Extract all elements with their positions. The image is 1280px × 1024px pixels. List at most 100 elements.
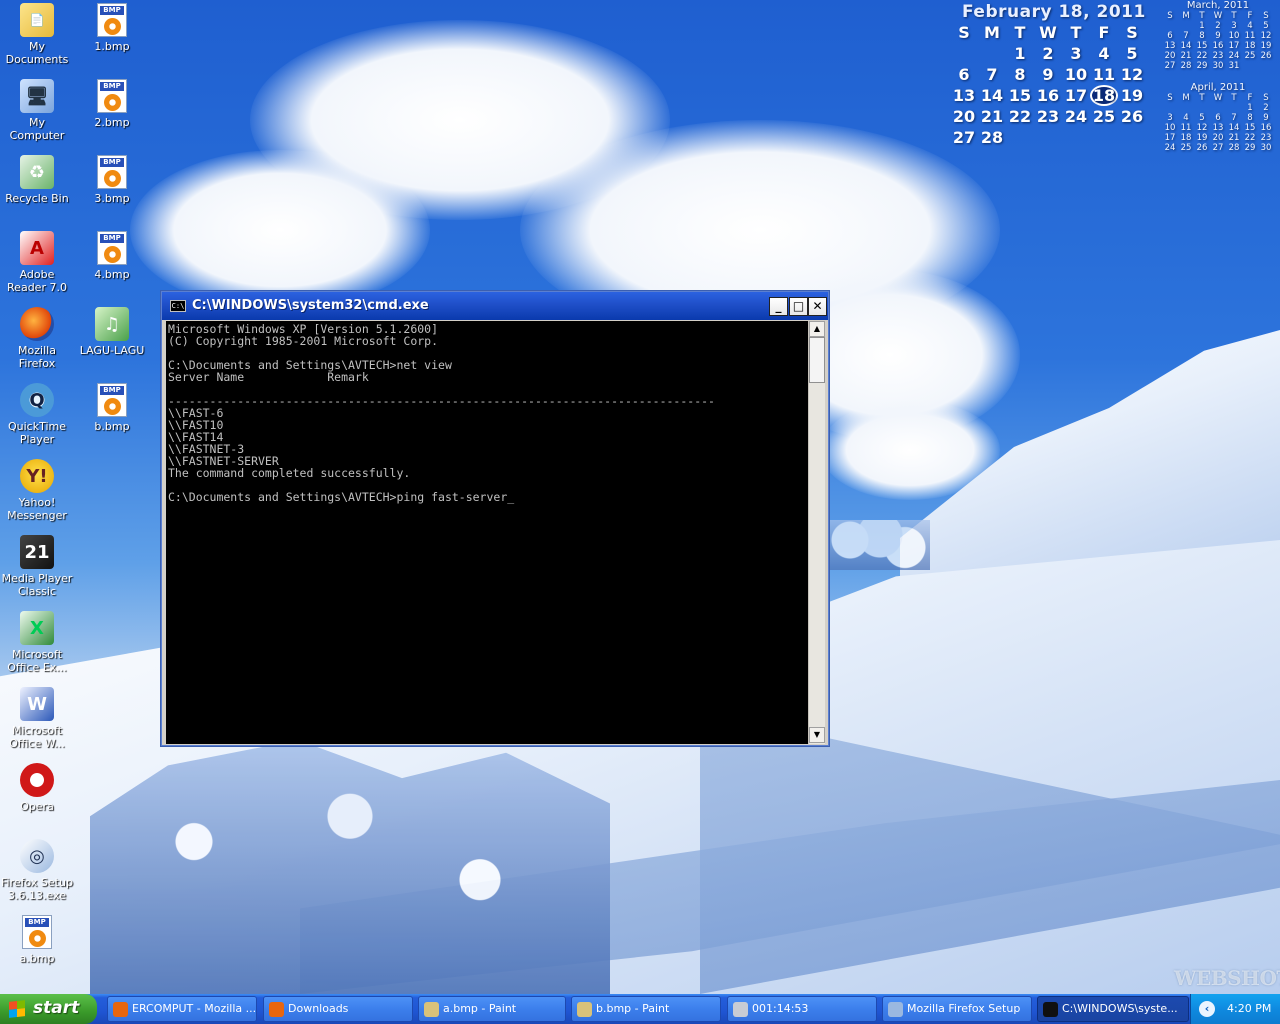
firefox-icon: [269, 1002, 284, 1017]
mini-day: 8: [1247, 113, 1253, 123]
desktop-icon-firefox-setup[interactable]: ◎ Firefox Setup 3.6.13.exe: [0, 839, 74, 902]
adobe-reader-icon: A: [20, 231, 54, 265]
taskbar-button[interactable]: 001:14:53: [727, 996, 877, 1022]
calendar-day-today: 18: [1090, 85, 1118, 106]
desktop-icon-microsoft-excel[interactable]: X Microsoft Office Ex...: [0, 611, 74, 674]
recycle-bin-icon: ♻: [20, 155, 54, 189]
desktop-icon-b-bmp[interactable]: BMP b.bmp: [75, 383, 149, 433]
mini-day: 27: [1164, 61, 1176, 71]
calendar-day: 7: [986, 65, 998, 84]
lagu-lagu-icon: ♫: [95, 307, 129, 341]
desktop-icon-adobe-reader[interactable]: A Adobe Reader 7.0: [0, 231, 74, 294]
mini-weekday: W: [1213, 11, 1223, 21]
scroll-down-button[interactable]: ▼: [809, 727, 825, 743]
wallpaper-watermark: WEBSHOTS: [1174, 966, 1280, 990]
taskbar-button-label: b.bmp - Paint: [596, 1002, 670, 1015]
desktop-icon-my-documents[interactable]: 📄 My Documents: [0, 3, 74, 66]
desktop-icon-2-bmp[interactable]: BMP 2.bmp: [75, 79, 149, 129]
mini-day: 9: [1215, 31, 1221, 41]
mini-weekday: S: [1263, 93, 1269, 103]
desktop-icon-mozilla-firefox[interactable]: Mozilla Firefox: [0, 307, 74, 370]
scroll-thumb[interactable]: [809, 337, 825, 383]
calendar-day: 27: [952, 128, 976, 147]
close-button[interactable]: ✕: [808, 297, 827, 316]
mini-day: 24: [1164, 143, 1176, 153]
desktop-icon-label: LAGU-LAGU: [79, 344, 145, 357]
mini-weekday: F: [1247, 93, 1253, 103]
mini-day: 2: [1215, 21, 1221, 31]
mini-day: 26: [1260, 51, 1272, 61]
cmd-output-line: (C) Copyright 1985-2001 Microsoft Corp.: [168, 334, 439, 348]
mini-day: 25: [1244, 51, 1256, 61]
mini-day: 10: [1228, 31, 1240, 41]
mini-day: 23: [1212, 51, 1224, 61]
desktop-icon-label: 1.bmp: [94, 40, 130, 53]
taskbar-button-label: 001:14:53: [752, 1002, 809, 1015]
desktop-icon-microsoft-word[interactable]: W Microsoft Office W...: [0, 687, 74, 750]
taskbar-button-label: Downloads: [288, 1002, 349, 1015]
taskbar-button[interactable]: ERCOMPUT - Mozilla ...: [107, 996, 257, 1022]
calendar-day: 8: [1014, 65, 1026, 84]
wallpaper-cloud: [130, 150, 430, 310]
mini-day: 6: [1215, 113, 1221, 123]
mini-day: 24: [1228, 51, 1240, 61]
minimize-button[interactable]: _: [769, 297, 788, 316]
mini-day: 5: [1199, 113, 1205, 123]
show-hidden-icons-button[interactable]: ‹: [1199, 1001, 1215, 1017]
mini-weekday: F: [1247, 11, 1253, 21]
mini-month-grid: S M T W T F S 1 2 3 4 5 6 7 8 9 10 11 12 13 14 15 16 17 18 19 20 21…: [1162, 93, 1274, 153]
desktop-icon-media-player-classic[interactable]: 21 Media Player Classic: [0, 535, 74, 598]
calendar-day: [978, 43, 1006, 64]
calendar-day: 15: [1008, 86, 1032, 105]
desktop-icon-recycle-bin[interactable]: ♻ Recycle Bin: [0, 155, 74, 205]
desktop-icon-label: Recycle Bin: [5, 192, 69, 205]
mini-day: 2: [1263, 103, 1269, 113]
clock[interactable]: 4:20 PM: [1227, 1002, 1271, 1015]
calendar-day: 23: [1036, 107, 1060, 126]
mini-day: 13: [1164, 41, 1176, 51]
desktop-icon-lagu-lagu[interactable]: ♫ LAGU-LAGU: [75, 307, 149, 357]
mini-day: 1: [1247, 103, 1253, 113]
calendar-day: [950, 43, 978, 64]
desktop-icon-4-bmp[interactable]: BMP 4.bmp: [75, 231, 149, 281]
bmp-file-icon: BMP: [97, 3, 127, 37]
bmp-file-icon: BMP: [97, 155, 127, 189]
mini-day: 30: [1212, 61, 1224, 71]
taskbar: start ERCOMPUT - Mozilla ... Downloads a.b…: [0, 994, 1280, 1024]
cmd-scrollbar[interactable]: ▲ ▼: [808, 321, 825, 744]
bmp-file-icon: BMP: [97, 79, 127, 113]
desktop-icon-my-computer[interactable]: 🖥 My Computer: [0, 79, 74, 142]
mini-day: [1194, 103, 1210, 113]
mini-day: 14: [1228, 123, 1240, 133]
cmd-icon: C:\: [170, 300, 186, 312]
desktop-icon-3-bmp[interactable]: BMP 3.bmp: [75, 155, 149, 205]
cmd-titlebar[interactable]: C:\ C:\WINDOWS\system32\cmd.exe _ □ ✕: [162, 292, 828, 320]
desktop-icon-yahoo-messenger[interactable]: Y! Yahoo! Messenger: [0, 459, 74, 522]
mini-day: 7: [1183, 31, 1189, 41]
calendar-title: February 18, 2011: [962, 2, 1146, 22]
paint-icon: [577, 1002, 592, 1017]
mini-day: 4: [1183, 113, 1189, 123]
taskbar-button[interactable]: a.bmp - Paint: [418, 996, 566, 1022]
cmd-output-line: \\FAST10: [168, 418, 224, 432]
maximize-button[interactable]: □: [789, 297, 808, 316]
mini-day: 28: [1180, 61, 1192, 71]
scroll-up-button[interactable]: ▲: [809, 321, 825, 337]
desktop-icon-label: Firefox Setup 3.6.13.exe: [1, 876, 73, 902]
calendar-day: 9: [1042, 65, 1054, 84]
mini-day: 3: [1231, 21, 1237, 31]
taskbar-button[interactable]: C:\WINDOWS\syste...: [1037, 996, 1189, 1022]
taskbar-button[interactable]: Mozilla Firefox Setup: [882, 996, 1032, 1022]
cmd-console[interactable]: Microsoft Windows XP [Version 5.1.2600](…: [166, 321, 808, 744]
mini-weekday: S: [1263, 11, 1269, 21]
desktop-icon-quicktime-player[interactable]: Q QuickTime Player: [0, 383, 74, 446]
desktop-icon-opera[interactable]: Opera: [0, 763, 74, 813]
desktop-icon-a-bmp[interactable]: BMP a.bmp: [0, 915, 74, 965]
mini-day: 19: [1260, 41, 1272, 51]
calendar-mini-month: March, 2011 S M T W T F S 1 2 3 4 5 6 7 8 9 10 11 12 13 14 15…: [1162, 0, 1274, 71]
desktop-icon-1-bmp[interactable]: BMP 1.bmp: [75, 3, 149, 53]
mini-month-title: March, 2011: [1186, 0, 1250, 11]
taskbar-button[interactable]: Downloads: [263, 996, 413, 1022]
taskbar-button[interactable]: b.bmp - Paint: [571, 996, 721, 1022]
start-button[interactable]: start: [0, 994, 97, 1024]
